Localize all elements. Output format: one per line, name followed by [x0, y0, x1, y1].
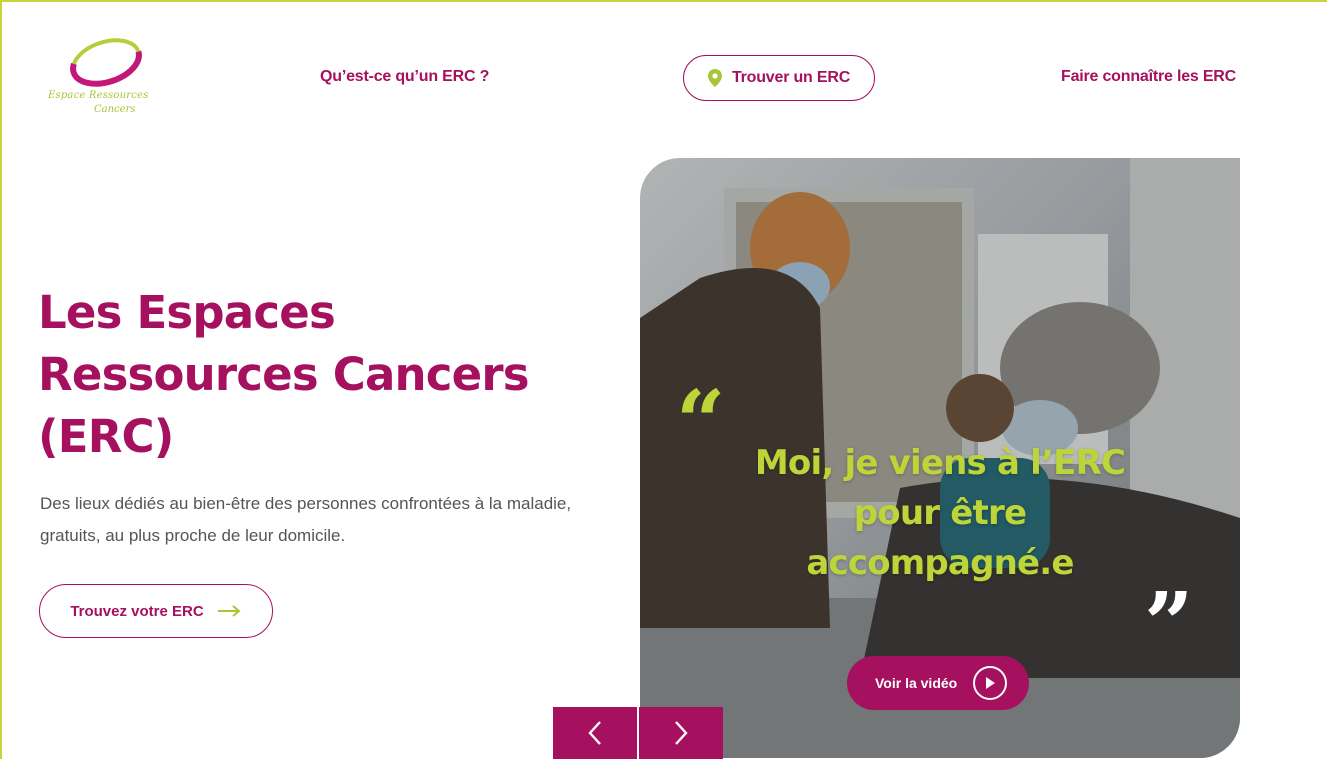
testimonial-quote-line3: accompagné.e [806, 543, 1074, 583]
testimonial-quote-line2: pour être [853, 493, 1027, 533]
watch-video-button[interactable]: Voir la vidéo [847, 656, 1029, 710]
hero-title-line1: Les Espaces [38, 286, 336, 339]
hero-title-line3: (ERC) [38, 410, 174, 463]
nav-link-what-is-erc[interactable]: Qu’est-ce qu’un ERC ? [320, 68, 489, 86]
arrow-right-icon [217, 605, 241, 617]
chevron-left-icon [588, 721, 601, 745]
carousel-prev-button[interactable] [553, 707, 637, 759]
quote-close-icon: ” [1144, 574, 1194, 675]
play-icon [973, 666, 1008, 700]
location-pin-icon [707, 69, 722, 87]
hero-title-line2: Ressources Cancers [38, 348, 530, 401]
testimonial-quote: Moi, je viens à l’ERC pour être accompag… [700, 438, 1180, 588]
testimonial-quote-line1: Moi, je viens à l’ERC [754, 443, 1126, 483]
site-logo[interactable]: Espace Ressources Cancers [44, 32, 162, 124]
nav-link-promote-erc[interactable]: Faire connaître les ERC [1061, 68, 1236, 86]
logo-text-line2: Cancers [94, 104, 136, 115]
find-your-erc-button[interactable]: Trouvez votre ERC [39, 584, 273, 638]
nav-find-erc-button[interactable]: Trouver un ERC [683, 55, 875, 101]
find-your-erc-label: Trouvez votre ERC [70, 602, 204, 620]
logo-mark [70, 37, 142, 87]
hero-title: Les Espaces Ressources Cancers (ERC) [38, 282, 628, 468]
carousel-next-button[interactable] [639, 707, 723, 759]
chevron-right-icon [675, 721, 688, 745]
logo-text-line1: Espace Ressources [48, 90, 149, 101]
nav-find-erc-label: Trouver un ERC [731, 69, 851, 86]
hero-description: Des lieux dédiés au bien-être des person… [40, 494, 572, 545]
watch-video-label: Voir la vidéo [875, 675, 958, 691]
